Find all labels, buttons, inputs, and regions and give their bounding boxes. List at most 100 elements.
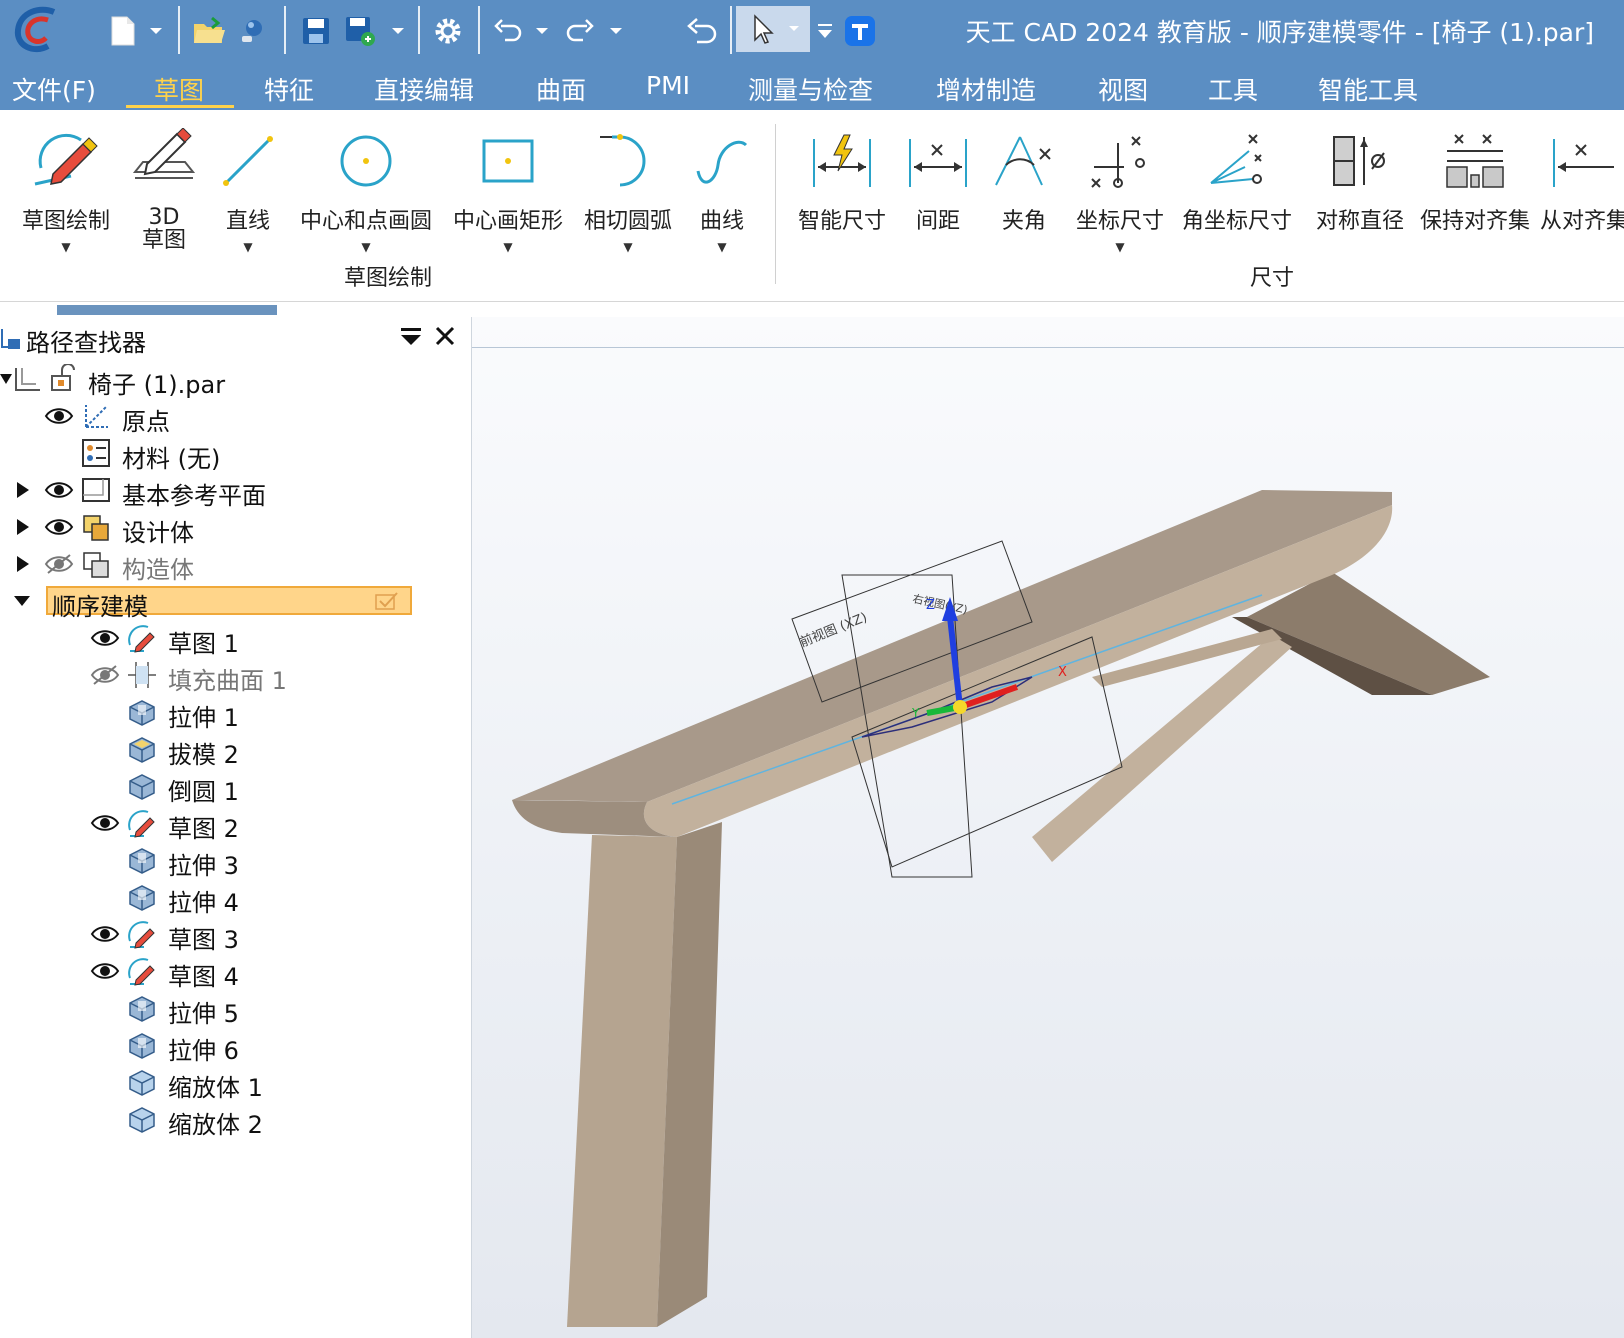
tab-smart-tools[interactable]: 智能工具 — [1318, 71, 1418, 107]
tree-item-sequential-modeling[interactable]: 顺序建模 — [0, 583, 472, 621]
coordinate-dimension-button[interactable]: 坐标尺寸 ▼ — [1070, 118, 1170, 254]
material-icon — [82, 439, 110, 467]
eye-icon[interactable] — [90, 960, 120, 982]
redo-button[interactable] — [562, 10, 598, 52]
tree-item-extrude-3[interactable]: 拉伸 3 — [0, 842, 472, 880]
sketch-draw-button[interactable]: 草图绘制 ▼ — [18, 118, 114, 254]
triad-origin[interactable] — [953, 700, 967, 714]
tangent-arc-button[interactable]: 相切圆弧 ▼ — [578, 118, 678, 254]
chevron-down-icon[interactable]: ▼ — [503, 240, 512, 254]
circle-center-point-button[interactable]: 中心和点画圆 ▼ — [296, 118, 436, 254]
line-button[interactable]: 直线 ▼ — [208, 118, 288, 254]
from-aligned-set-button[interactable]: 从对齐集 — [1540, 118, 1624, 234]
eye-icon[interactable] — [90, 627, 120, 649]
distance-button[interactable]: 间距 — [898, 118, 978, 234]
tree-item-material[interactable]: 材料 (无) — [0, 435, 472, 473]
find-button[interactable] — [236, 10, 270, 52]
tree-item-origin[interactable]: 原点 — [0, 398, 472, 436]
graphics-viewport[interactable]: 前视图 (XZ) 右视图(YZ) Z X Y — [472, 317, 1624, 1338]
tab-surface[interactable]: 曲面 — [536, 71, 586, 107]
chevron-down-icon[interactable]: ▼ — [623, 240, 632, 254]
eye-icon[interactable] — [44, 479, 74, 501]
tree-item-label: 草图 2 — [168, 815, 239, 843]
tree-item-draft-2[interactable]: 拔模 2 — [0, 731, 472, 769]
tab-view[interactable]: 视图 — [1098, 71, 1148, 107]
settings-button[interactable] — [430, 10, 466, 52]
tab-sketch[interactable]: 草图 — [154, 71, 204, 107]
chevron-down-icon[interactable]: ▼ — [717, 240, 726, 254]
symmetric-diameter-button[interactable]: 对称直径 — [1306, 118, 1414, 234]
angle-button[interactable]: 夹角 — [984, 118, 1064, 234]
panel-close-button[interactable] — [434, 321, 456, 354]
title-bar: 天工 CAD 2024 教育版 - 顺序建模零件 - [椅子 (1).par] — [0, 0, 1624, 62]
redo-dropdown[interactable] — [606, 10, 626, 52]
chevron-right-icon[interactable] — [12, 480, 32, 500]
new-file-button[interactable] — [106, 10, 140, 52]
tree-item-extrude-6[interactable]: 拉伸 6 — [0, 1027, 472, 1065]
tree-item-construction-body[interactable]: 构造体 — [0, 546, 472, 584]
chevron-down-icon[interactable]: ▼ — [361, 240, 370, 254]
path-finder-header: 路径查找器 — [0, 317, 472, 357]
tab-pmi[interactable]: PMI — [646, 71, 690, 100]
tree-root[interactable]: 椅子 (1).par — [0, 361, 472, 399]
tree-item-extrude-5[interactable]: 拉伸 5 — [0, 990, 472, 1028]
tab-additive[interactable]: 增材制造 — [936, 71, 1036, 107]
tab-tools[interactable]: 工具 — [1208, 71, 1258, 107]
tree-item-sketch-4[interactable]: 草图 4 — [0, 953, 472, 991]
tab-feature[interactable]: 特征 — [264, 71, 314, 107]
undo-dropdown[interactable] — [532, 10, 552, 52]
tree-item-fill-surface-1[interactable]: 填充曲面 1 — [0, 657, 472, 695]
group-separator — [775, 124, 776, 284]
tree-item-scale-body-1[interactable]: 缩放体 1 — [0, 1064, 472, 1102]
eye-hidden-icon[interactable] — [44, 553, 74, 575]
tree-item-sketch-3[interactable]: 草图 3 — [0, 916, 472, 954]
undo-button[interactable] — [490, 10, 526, 52]
tree-item-extrude-1[interactable]: 拉伸 1 — [0, 694, 472, 732]
panel-options-button[interactable] — [400, 325, 422, 353]
tree-item-sketch-2[interactable]: 草图 2 — [0, 805, 472, 843]
save-button[interactable] — [298, 10, 334, 52]
distance-icon — [909, 139, 967, 187]
keep-aligned-set-button[interactable]: 保持对齐集 — [1416, 118, 1534, 234]
menu-file[interactable]: 文件(F) — [12, 71, 96, 107]
command-finder-button[interactable] — [842, 10, 878, 52]
tree-item-reference-planes[interactable]: 基本参考平面 — [0, 472, 472, 510]
tab-direct-edit[interactable]: 直接编辑 — [374, 71, 474, 107]
document-tab[interactable] — [57, 305, 277, 315]
tree-item-round-1[interactable]: 倒圆 1 — [0, 768, 472, 806]
eye-icon[interactable] — [44, 405, 74, 427]
curve-button[interactable]: 曲线 ▼ — [684, 118, 760, 254]
save-as-button[interactable] — [342, 10, 378, 52]
chair-model-scene[interactable]: 前视图 (XZ) 右视图(YZ) Z X Y — [472, 317, 1624, 1338]
chevron-down-icon[interactable]: ▼ — [61, 240, 70, 254]
sketch-3d-button[interactable]: 3D 草图 — [124, 118, 204, 252]
eye-icon[interactable] — [90, 812, 120, 834]
eye-icon[interactable] — [90, 923, 120, 945]
save-dropdown[interactable] — [388, 10, 408, 52]
app-logo-icon[interactable] — [10, 4, 62, 56]
select-tool-button[interactable] — [736, 6, 810, 52]
revert-button[interactable] — [682, 10, 722, 52]
panel-menu-icon — [401, 328, 421, 345]
center-rectangle-button[interactable]: 中心画矩形 ▼ — [446, 118, 570, 254]
from-aligned-set-label: 从对齐集 — [1540, 209, 1624, 234]
chair-seat-front-face[interactable] — [643, 505, 1393, 837]
new-file-dropdown[interactable] — [146, 10, 166, 52]
eye-icon[interactable] — [44, 516, 74, 538]
angular-coordinate-button[interactable]: 角坐标尺寸 — [1176, 118, 1298, 234]
chevron-down-icon[interactable]: ▼ — [1115, 240, 1124, 254]
chevron-right-icon[interactable] — [12, 517, 32, 537]
document-tab-strip — [0, 303, 1624, 317]
eye-hidden-icon[interactable] — [90, 664, 120, 686]
smart-dimension-button[interactable]: 智能尺寸 — [792, 118, 892, 234]
tree-item-sketch-1[interactable]: 草图 1 — [0, 620, 472, 658]
chevron-down-icon[interactable]: ▼ — [243, 240, 252, 254]
tree-item-extrude-4[interactable]: 拉伸 4 — [0, 879, 472, 917]
tab-measure[interactable]: 测量与检查 — [748, 71, 873, 107]
open-button[interactable] — [190, 10, 228, 52]
customize-dropdown[interactable] — [814, 10, 836, 52]
tree-item-scale-body-2[interactable]: 缩放体 2 — [0, 1101, 472, 1139]
chevron-down-icon[interactable] — [12, 591, 32, 611]
tree-item-design-body[interactable]: 设计体 — [0, 509, 472, 547]
chevron-right-icon[interactable] — [12, 554, 32, 574]
